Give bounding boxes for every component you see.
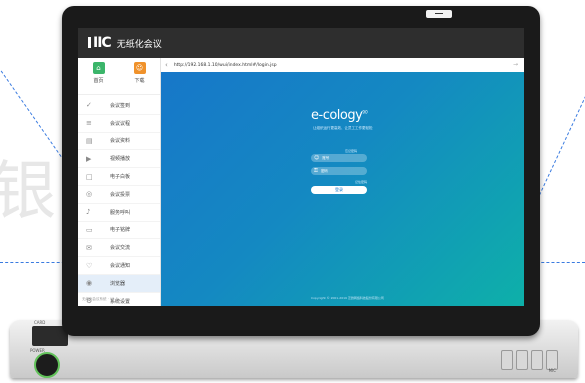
sidebar-item-vote[interactable]: ◎ 会议投票 xyxy=(78,186,160,204)
brand-logo: e-cology9.0 xyxy=(311,108,368,123)
video-icon: ▶ xyxy=(86,154,92,163)
nameplate-icon: ▭ xyxy=(86,225,93,234)
power-button[interactable] xyxy=(34,352,60,378)
sidebar-item-label: 服务呼叫 xyxy=(110,209,131,216)
notice-icon: ♡ xyxy=(86,261,93,270)
url-input[interactable]: http://192.168.1.10/wui/index.html#/logi… xyxy=(174,63,277,68)
browser-panel: ‹ http://192.168.1.10/wui/index.html#/lo… xyxy=(161,58,524,306)
base-keys-label: MIC xyxy=(548,368,556,373)
sidebar: ⌂ 首页 ☺ 下载 ✓ 会议签到 ≡ 会议议程 ▤ 会议资料 ▶ 视频播放 □ 电子白板 … xyxy=(78,58,161,306)
agenda-icon: ≡ xyxy=(86,119,92,128)
sidebar-item-service[interactable]: ♪ 服务呼叫 xyxy=(78,204,160,222)
app-header: IIC 无纸化会议 xyxy=(78,28,524,58)
forgot-password-link[interactable]: 忘记密码 xyxy=(345,149,357,153)
sidebar-footer: 无纸化会议系统 · V1.0 xyxy=(82,297,118,301)
card-slot-label: CARD xyxy=(34,320,46,325)
sidebar-top-label: 首页 xyxy=(93,78,104,84)
sidebar-item-label: 浏览器 xyxy=(110,280,126,287)
sidebar-item-label: 电子铭牌 xyxy=(110,227,131,234)
sidebar-item-chat[interactable]: ✉ 会议交流 xyxy=(78,239,160,258)
sidebar-item-label: 会议资料 xyxy=(110,138,131,145)
sidebar-top-download[interactable]: ☺ 下载 xyxy=(133,62,146,94)
base-key[interactable] xyxy=(516,350,528,370)
brand-subtitle: 让组织运行更高效、让员工工作更轻松 xyxy=(313,126,373,130)
username-input[interactable]: ☺ 账号 xyxy=(311,154,367,162)
sidebar-top-label: 下载 xyxy=(134,78,145,84)
sidebar-item-label: 会议投票 xyxy=(110,191,131,198)
base-key[interactable] xyxy=(501,350,513,370)
sidebar-top: ⌂ 首页 ☺ 下载 xyxy=(78,58,160,95)
checkin-icon: ✓ xyxy=(86,101,92,110)
sidebar-item-nameplate[interactable]: ▭ 电子铭牌 xyxy=(78,222,160,240)
sidebar-item-video[interactable]: ▶ 视频播放 xyxy=(78,150,160,169)
app-title: 无纸化会议 xyxy=(116,39,162,50)
sidebar-item-label: 电子白板 xyxy=(110,174,131,181)
login-page: e-cology9.0 让组织运行更高效、让员工工作更轻松 忘记密码 ☺ 账号 … xyxy=(161,72,524,306)
chat-icon: ✉ xyxy=(86,243,92,252)
login-button[interactable]: 登录 xyxy=(311,186,367,194)
home-icon: ⌂ xyxy=(92,62,105,74)
remember-password-checkbox[interactable]: 记住密码 xyxy=(355,180,367,184)
document-icon: ▤ xyxy=(86,136,93,145)
sidebar-top-home[interactable]: ⌂ 首页 xyxy=(92,62,105,94)
service-icon: ♪ xyxy=(86,208,91,217)
screen: IIC 无纸化会议 ⌂ 首页 ☺ 下载 ✓ 会议签到 ≡ 会议议程 ▤ 会议资料 ▶ 视… xyxy=(78,28,524,306)
dashed-line-left xyxy=(0,262,70,263)
sidebar-item-label: 会议签到 xyxy=(110,102,131,109)
sidebar-item-checkin[interactable]: ✓ 会议签到 xyxy=(78,97,160,115)
password-placeholder: 密码 xyxy=(320,168,328,173)
whiteboard-icon: □ xyxy=(86,172,93,181)
user-icon: ☺ xyxy=(314,155,320,161)
sidebar-item-documents[interactable]: ▤ 会议资料 xyxy=(78,133,160,151)
password-input[interactable]: ⚿ 密码 xyxy=(311,167,367,175)
sidebar-item-label: 视频播放 xyxy=(110,156,131,163)
app-logo: IIC xyxy=(88,35,112,51)
monitor-frame: IIC 无纸化会议 ⌂ 首页 ☺ 下载 ✓ 会议签到 ≡ 会议议程 ▤ 会议资料 ▶ 视… xyxy=(62,6,540,336)
dashed-diagonal-right xyxy=(534,95,585,205)
base-keys xyxy=(501,350,558,370)
sidebar-item-notice[interactable]: ♡ 会议通知 xyxy=(78,257,160,275)
copyright-text: Copyright © 2001-2019 泛微网络科技股份有限公司 xyxy=(311,296,384,300)
back-icon[interactable]: ‹ xyxy=(165,61,168,69)
sidebar-list: ✓ 会议签到 ≡ 会议议程 ▤ 会议资料 ▶ 视频播放 □ 电子白板 ◎ 会议投票 ♪ 服务呼… xyxy=(78,95,160,306)
watermark-left: 银 xyxy=(0,155,56,229)
sidebar-item-whiteboard[interactable]: □ 电子白板 xyxy=(78,168,160,186)
user-icon: ☺ xyxy=(133,62,146,74)
username-placeholder: 账号 xyxy=(322,155,330,160)
sidebar-item-browser[interactable]: ◉ 浏览器 xyxy=(78,274,160,293)
browser-icon: ◉ xyxy=(86,279,93,288)
lock-icon: ⚿ xyxy=(314,168,318,174)
base-key[interactable] xyxy=(546,350,558,370)
base-key[interactable] xyxy=(531,350,543,370)
vote-icon: ◎ xyxy=(86,190,93,199)
camera-icon xyxy=(426,10,452,18)
sidebar-item-label: 会议通知 xyxy=(110,263,131,270)
sidebar-item-label: 会议议程 xyxy=(110,120,131,127)
address-bar: ‹ http://192.168.1.10/wui/index.html#/lo… xyxy=(161,58,524,73)
sidebar-item-agenda[interactable]: ≡ 会议议程 xyxy=(78,115,160,133)
go-icon[interactable]: → xyxy=(513,61,518,68)
sidebar-item-label: 会议交流 xyxy=(110,245,131,252)
